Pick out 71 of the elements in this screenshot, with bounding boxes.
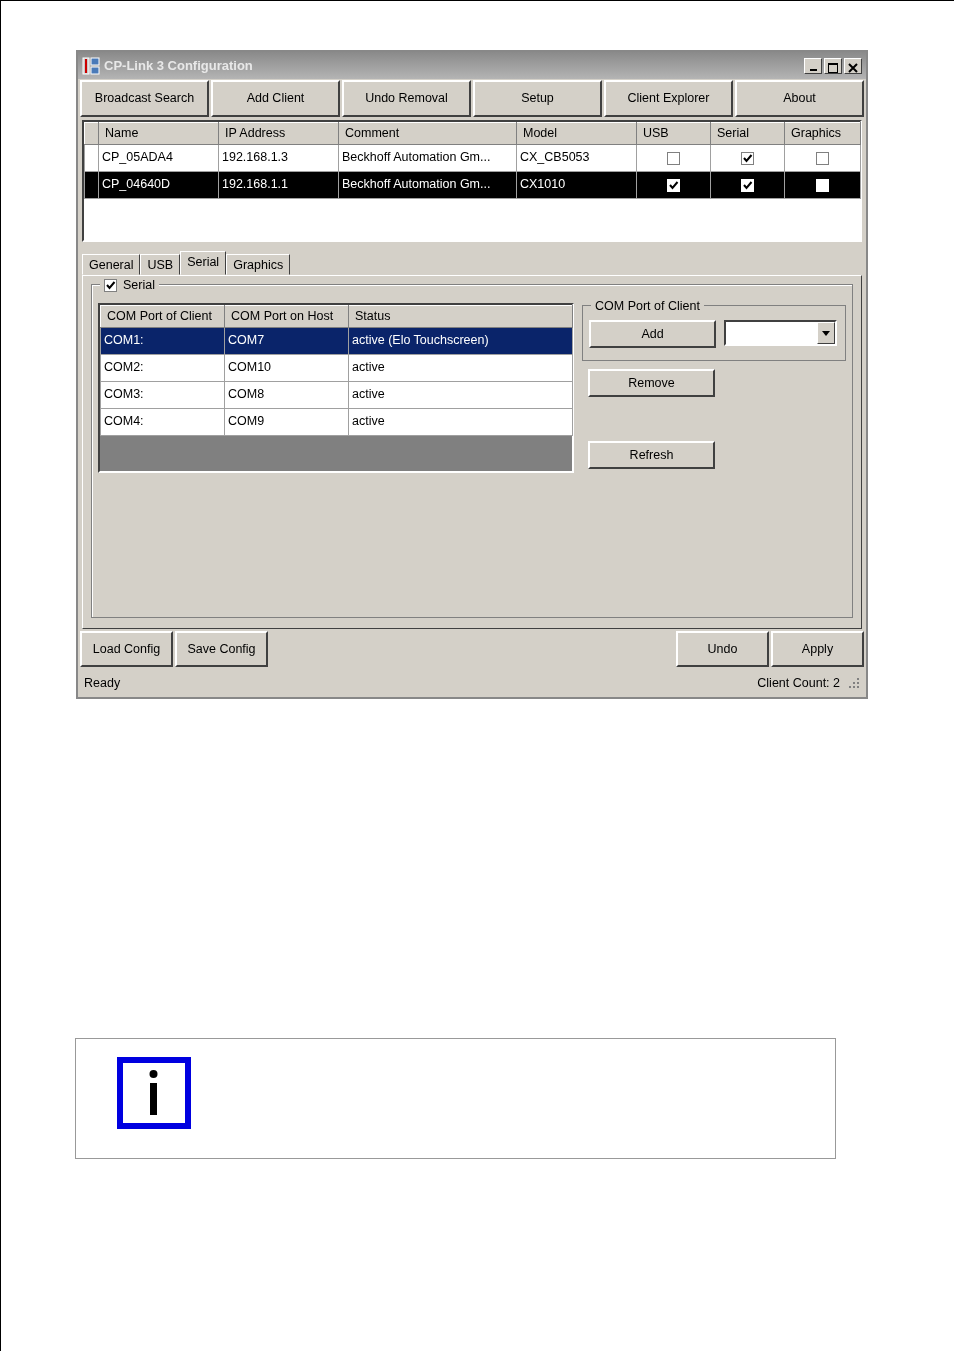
column-header[interactable]: Status bbox=[348, 305, 573, 328]
close-button[interactable] bbox=[844, 57, 862, 74]
table-cell: COM1: bbox=[100, 327, 225, 355]
table-cell: CP_04640D bbox=[98, 171, 219, 199]
table-cell: COM4: bbox=[100, 408, 225, 436]
column-header[interactable]: Model bbox=[516, 122, 637, 145]
table-cell: COM2: bbox=[100, 354, 225, 382]
config-button[interactable]: Load Config bbox=[80, 631, 173, 667]
checkbox[interactable] bbox=[741, 151, 754, 165]
tab[interactable]: Graphics bbox=[226, 254, 291, 275]
table-cell: 192.168.1.3 bbox=[218, 144, 339, 172]
checkbox[interactable] bbox=[667, 151, 680, 165]
toolbar-button[interactable]: Undo Removal bbox=[342, 80, 471, 117]
tab[interactable]: USB bbox=[140, 254, 181, 275]
group-label: Serial bbox=[123, 277, 155, 294]
column-header[interactable]: IP Address bbox=[218, 122, 339, 145]
table-row[interactable]: CP_05ADA4 192.168.1.3 Beckhoff Automation Gm... CX_CB5053 bbox=[84, 144, 861, 172]
table-row[interactable]: COM2: COM10 active bbox=[100, 354, 573, 382]
info-icon bbox=[117, 1057, 191, 1129]
table-cell: Beckhoff Automation Gm... bbox=[338, 171, 517, 199]
table-cell: 192.168.1.1 bbox=[218, 171, 339, 199]
remove-button[interactable]: Remove bbox=[588, 369, 715, 397]
column-header[interactable]: Graphics bbox=[784, 122, 861, 145]
close-icon bbox=[846, 62, 860, 75]
table-cell: COM7 bbox=[224, 327, 349, 355]
maximize-icon bbox=[826, 62, 840, 75]
window-title: CP-Link 3 Configuration bbox=[104, 56, 253, 75]
action-button[interactable]: Undo bbox=[676, 631, 769, 667]
port-dropdown[interactable] bbox=[724, 320, 837, 346]
table-cell: COM3: bbox=[100, 381, 225, 409]
app-icon bbox=[82, 56, 100, 75]
table-cell: CP_05ADA4 bbox=[98, 144, 219, 172]
table-cell: COM8 bbox=[224, 381, 349, 409]
table-cell: CX_CB5053 bbox=[516, 144, 637, 172]
config-button[interactable]: Save Config bbox=[175, 631, 268, 667]
toolbar-button[interactable]: Broadcast Search bbox=[80, 80, 209, 117]
table-cell: active bbox=[348, 408, 573, 436]
toolbar-button[interactable]: Setup bbox=[473, 80, 602, 117]
table-cell: active bbox=[348, 381, 573, 409]
maximize-button[interactable] bbox=[824, 57, 842, 74]
checkbox[interactable] bbox=[104, 279, 117, 293]
table-row[interactable]: COM1: COM7 active (Elo Touchscreen) bbox=[100, 327, 573, 355]
tab[interactable]: Serial bbox=[180, 251, 227, 275]
table-cell: COM9 bbox=[224, 408, 349, 436]
column-header[interactable]: Serial bbox=[710, 122, 785, 145]
table-row[interactable]: COM3: COM8 active bbox=[100, 381, 573, 409]
add-button[interactable]: Add bbox=[589, 320, 716, 348]
refresh-button[interactable]: Refresh bbox=[588, 441, 715, 469]
table-cell: Beckhoff Automation Gm... bbox=[338, 144, 517, 172]
action-button[interactable]: Apply bbox=[771, 631, 864, 667]
minimize-icon bbox=[809, 68, 817, 71]
column-header[interactable]: COM Port of Client bbox=[100, 305, 225, 328]
table-cell: CX1010 bbox=[516, 171, 637, 199]
toolbar-button[interactable]: Add Client bbox=[211, 80, 340, 117]
table-row[interactable]: COM4: COM9 active bbox=[100, 408, 573, 436]
table-cell: active bbox=[348, 354, 573, 382]
minimize-button[interactable] bbox=[804, 57, 822, 74]
status-text: Ready bbox=[84, 674, 121, 692]
table-cell: COM10 bbox=[224, 354, 349, 382]
table-cell: active (Elo Touchscreen) bbox=[348, 327, 573, 355]
column-header[interactable]: Comment bbox=[338, 122, 517, 145]
caret-icon bbox=[822, 330, 830, 336]
toolbar-button[interactable]: Client Explorer bbox=[604, 80, 733, 117]
column-header[interactable]: Name bbox=[98, 122, 219, 145]
tab[interactable]: General bbox=[82, 254, 141, 275]
resize-grip-icon bbox=[848, 677, 860, 689]
checkbox[interactable] bbox=[816, 151, 829, 165]
column-header[interactable]: USB bbox=[636, 122, 711, 145]
client-count: Client Count: 2 bbox=[757, 674, 840, 692]
column-header[interactable]: COM Port on Host bbox=[224, 305, 349, 328]
toolbar-button[interactable]: About bbox=[735, 80, 864, 117]
